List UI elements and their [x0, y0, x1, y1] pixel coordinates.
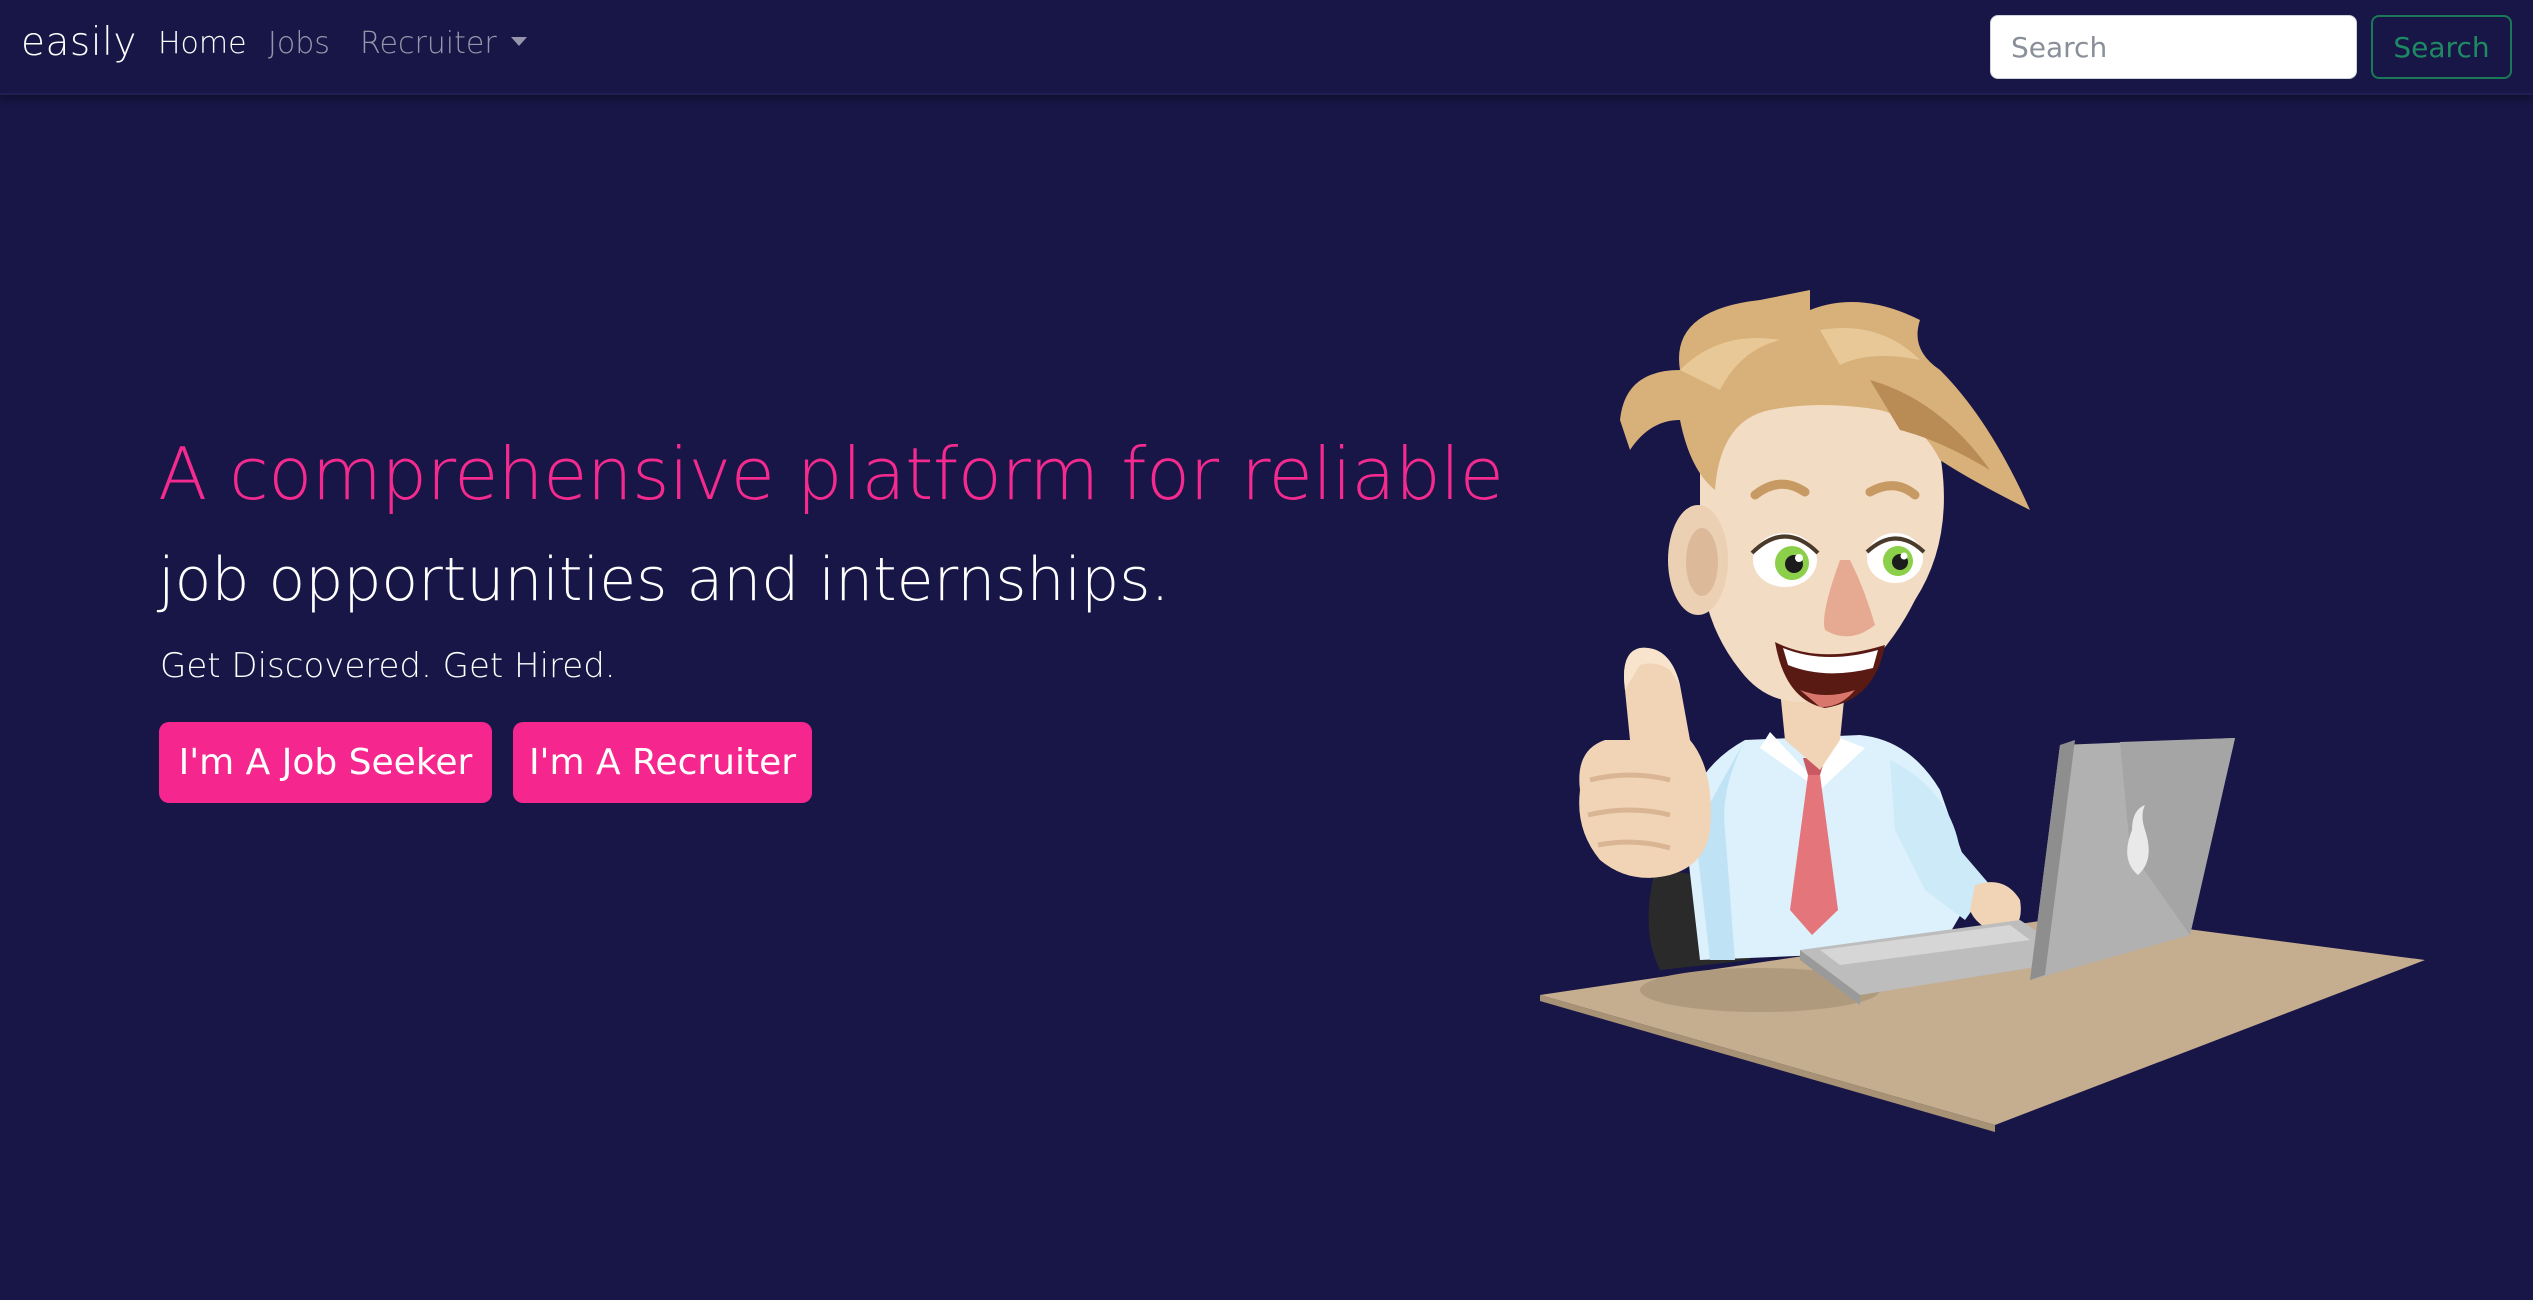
search-input[interactable] [1990, 15, 2357, 79]
caret-down-icon [510, 37, 527, 46]
nav-dropdown-recruiter[interactable]: Recruiter [360, 26, 527, 61]
recruiter-button[interactable]: I'm A Recruiter [513, 722, 812, 803]
nav-link-jobs[interactable]: Jobs [268, 26, 330, 61]
hero-subtitle: job opportunities and internships. [158, 545, 1170, 615]
nav-link-home[interactable]: Home [158, 26, 247, 61]
job-seeker-button[interactable]: I'm A Job Seeker [159, 722, 492, 803]
hero-tagline: Get Discovered. Get Hired. [160, 646, 616, 686]
search-button[interactable]: Search [2371, 15, 2512, 79]
hero-title: A comprehensive platform for reliable [158, 432, 1504, 516]
thumbs-up-man-with-laptop-illustration [1540, 290, 2425, 1132]
nav-dropdown-recruiter-label: Recruiter [360, 26, 497, 61]
navbar: easily Home Jobs Recruiter Search [0, 0, 2533, 95]
brand-logo[interactable]: easily [21, 20, 137, 65]
